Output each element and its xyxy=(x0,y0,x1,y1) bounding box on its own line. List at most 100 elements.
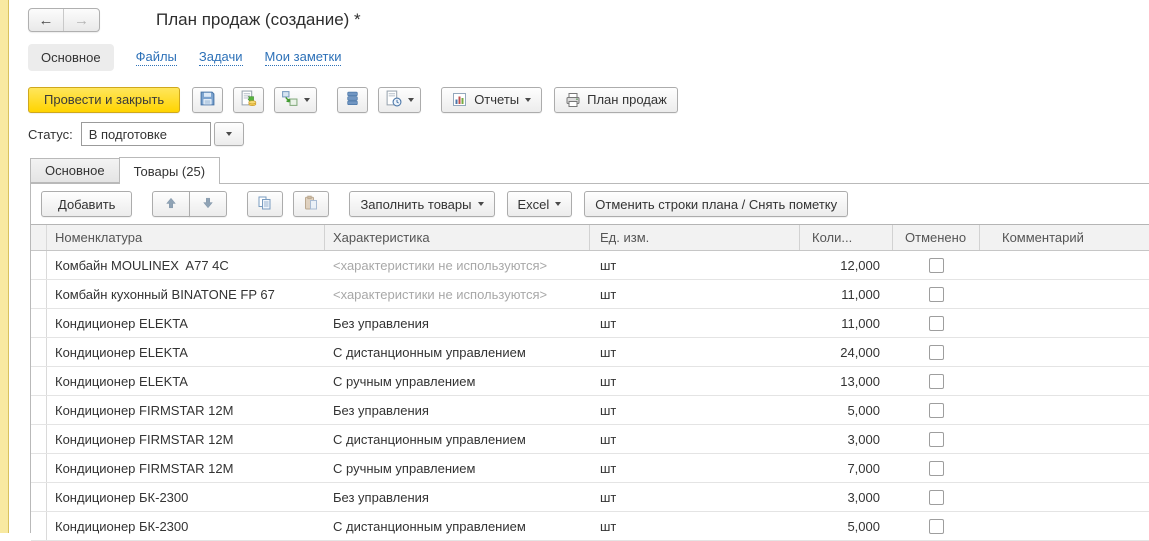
vertical-accent-stripe xyxy=(0,0,9,533)
cell-unit: шт xyxy=(600,490,616,505)
cell-nomenclature: Кондиционер FIRMSTAR 12M xyxy=(55,461,233,476)
cell-characteristic: С дистанционным управлением xyxy=(333,519,526,534)
cell-characteristic: С ручным управлением xyxy=(333,461,475,476)
row-marker-cell xyxy=(31,309,47,337)
cancelled-checkbox[interactable] xyxy=(929,519,944,534)
cancelled-checkbox[interactable] xyxy=(929,258,944,273)
column-header-quantity[interactable]: Коли... xyxy=(800,225,893,250)
table-row[interactable]: Кондиционер FIRMSTAR 12M С дистанционным… xyxy=(31,425,1149,454)
table-row[interactable]: Комбайн MOULINEX A77 4C <характеристики … xyxy=(31,251,1149,280)
copy-rows-button[interactable] xyxy=(247,191,283,217)
cell-characteristic: Без управления xyxy=(333,490,429,505)
column-header-characteristic[interactable]: Характеристика xyxy=(325,225,590,250)
cell-characteristic: Без управления xyxy=(333,403,429,418)
fill-goods-button[interactable]: Заполнить товары xyxy=(349,191,494,217)
arrow-down-icon xyxy=(201,196,215,213)
cancelled-checkbox[interactable] xyxy=(929,461,944,476)
column-header-comment[interactable]: Комментарий xyxy=(980,225,1149,250)
post-document-icon xyxy=(240,90,257,110)
excel-label: Excel xyxy=(518,197,550,212)
create-based-on-button[interactable] xyxy=(274,87,317,113)
cell-characteristic: С ручным управлением xyxy=(333,374,475,389)
paste-rows-button[interactable] xyxy=(293,191,329,217)
reports-button[interactable]: Отчеты xyxy=(441,87,542,113)
column-header-unit[interactable]: Ед. изм. xyxy=(590,225,800,250)
cancel-plan-rows-button[interactable]: Отменить строки плана / Снять пометку xyxy=(584,191,848,217)
table-row[interactable]: Кондиционер БК-2300 Без управления шт 3,… xyxy=(31,483,1149,512)
column-header-nomenclature[interactable]: Номенклатура xyxy=(47,225,325,250)
chevron-down-icon xyxy=(408,98,414,102)
goods-panel: Добавить Заполнить товар xyxy=(30,183,1149,533)
document-clock-icon xyxy=(385,90,402,110)
table-row[interactable]: Кондиционер FIRMSTAR 12M С ручным управл… xyxy=(31,454,1149,483)
tab-main[interactable]: Основное xyxy=(30,158,120,183)
cell-nomenclature: Кондиционер БК-2300 xyxy=(55,519,188,534)
cell-quantity: 24,000 xyxy=(840,345,880,360)
status-input[interactable]: В подготовке xyxy=(81,122,211,146)
table-row[interactable]: Кондиционер FIRMSTAR 12M Без управления … xyxy=(31,396,1149,425)
register-records-button[interactable] xyxy=(337,87,368,113)
status-dropdown-button[interactable] xyxy=(214,122,244,146)
post-document-button[interactable] xyxy=(233,87,264,113)
paste-icon xyxy=(303,195,319,214)
column-header-cancelled[interactable]: Отменено xyxy=(893,225,980,250)
create-based-on-icon xyxy=(281,90,298,110)
row-marker-cell xyxy=(31,280,47,308)
row-marker-cell xyxy=(31,483,47,511)
cell-quantity: 13,000 xyxy=(840,374,880,389)
cancelled-checkbox[interactable] xyxy=(929,345,944,360)
cell-nomenclature: Кондиционер ELEKTA xyxy=(55,345,188,360)
chevron-down-icon xyxy=(226,132,232,136)
chevron-down-icon xyxy=(478,202,484,206)
move-up-button[interactable] xyxy=(152,191,190,217)
reports-button-label: Отчеты xyxy=(474,92,519,107)
row-marker-column xyxy=(31,225,47,250)
forward-button[interactable]: → xyxy=(64,9,99,31)
print-button-label: План продаж xyxy=(587,92,667,107)
print-sales-plan-button[interactable]: План продаж xyxy=(554,87,678,113)
nav-tab-tasks[interactable]: Задачи xyxy=(199,49,243,66)
nav-tab-notes[interactable]: Мои заметки xyxy=(265,49,342,66)
cancelled-checkbox[interactable] xyxy=(929,432,944,447)
chevron-down-icon xyxy=(304,98,310,102)
cell-quantity: 11,000 xyxy=(841,287,880,302)
cancelled-checkbox[interactable] xyxy=(929,374,944,389)
table-row[interactable]: Кондиционер ELEKTA С ручным управлением … xyxy=(31,367,1149,396)
row-marker-cell xyxy=(31,512,47,540)
cell-unit: шт xyxy=(600,374,616,389)
add-row-button[interactable]: Добавить xyxy=(41,191,132,217)
table-row[interactable]: Кондиционер ELEKTA Без управления шт 11,… xyxy=(31,309,1149,338)
save-button[interactable] xyxy=(192,87,223,113)
nav-tab-files[interactable]: Файлы xyxy=(136,49,177,66)
table-row[interactable]: Кондиционер БК-2300 С дистанционным упра… xyxy=(31,512,1149,541)
tab-goods[interactable]: Товары (25) xyxy=(119,157,220,184)
document-clock-button[interactable] xyxy=(378,87,421,113)
cell-unit: шт xyxy=(600,287,616,302)
cell-nomenclature: Кондиционер ELEKTA xyxy=(55,316,188,331)
table-row[interactable]: Комбайн кухонный BINATONE FP 67 <характе… xyxy=(31,280,1149,309)
nav-tab-main[interactable]: Основное xyxy=(28,44,114,71)
cell-characteristic: <характеристики не используются> xyxy=(333,287,547,302)
cancelled-checkbox[interactable] xyxy=(929,316,944,331)
row-marker-cell xyxy=(31,338,47,366)
form-tabs: Основное Товары (25) xyxy=(30,157,220,184)
arrow-up-icon xyxy=(164,196,178,213)
cell-characteristic: <характеристики не используются> xyxy=(333,258,547,273)
cancelled-checkbox[interactable] xyxy=(929,403,944,418)
back-button[interactable]: ← xyxy=(29,9,64,31)
post-and-close-button[interactable]: Провести и закрыть xyxy=(28,87,180,113)
excel-button[interactable]: Excel xyxy=(507,191,573,217)
table-row[interactable]: Кондиционер ELEKTA С дистанционным управ… xyxy=(31,338,1149,367)
copy-icon xyxy=(257,195,273,214)
move-down-button[interactable] xyxy=(189,191,227,217)
cell-unit: шт xyxy=(600,258,616,273)
cell-unit: шт xyxy=(600,432,616,447)
cell-unit: шт xyxy=(600,316,616,331)
cell-characteristic: Без управления xyxy=(333,316,429,331)
cancelled-checkbox[interactable] xyxy=(929,287,944,302)
cell-nomenclature: Кондиционер ELEKTA xyxy=(55,374,188,389)
cell-quantity: 3,000 xyxy=(847,432,880,447)
reports-chart-icon xyxy=(452,92,468,108)
page-title: План продаж (создание) * xyxy=(156,10,361,30)
cancelled-checkbox[interactable] xyxy=(929,490,944,505)
